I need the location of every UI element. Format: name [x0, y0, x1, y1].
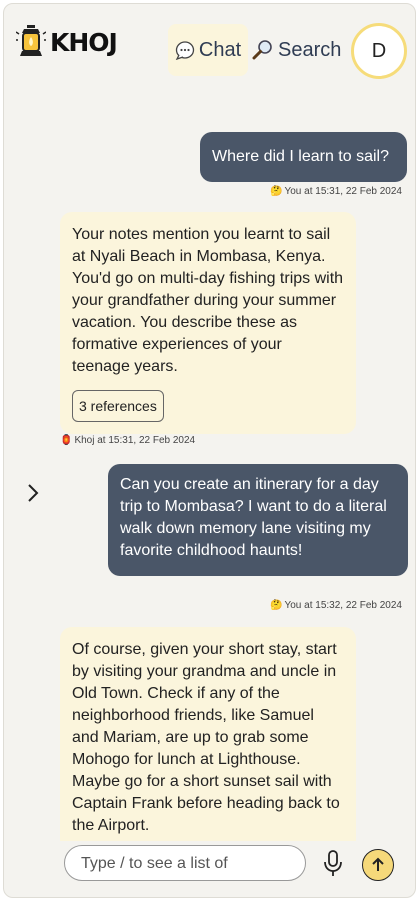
- message-meta: 🏮 Khoj at 15:31, 22 Feb 2024: [60, 435, 195, 446]
- meta-text: Khoj at 15:31, 22 Feb 2024: [74, 435, 196, 446]
- arrow-up-icon: [372, 857, 384, 871]
- chat-bubble-icon: [175, 41, 195, 60]
- message-text: Of course, given your short stay, start …: [72, 641, 340, 834]
- nav-search-label: Search: [278, 38, 342, 61]
- user-message: Where did I learn to sail?: [200, 132, 407, 182]
- message-text: Your notes mention you learnt to sail at…: [72, 226, 344, 375]
- lantern-icon: [16, 25, 46, 56]
- avatar-initial: D: [371, 39, 387, 62]
- logo-wordmark: KHOJ: [50, 27, 118, 57]
- message-text: Where did I learn to sail?: [212, 148, 389, 165]
- message-meta: 🤔 You at 15:32, 22 Feb 2024: [270, 600, 402, 611]
- thinking-face-icon: 🤔: [270, 186, 283, 197]
- khoj-message: Your notes mention you learnt to sail at…: [60, 212, 356, 434]
- chat-input-box[interactable]: [64, 845, 306, 882]
- magnifier-icon: [252, 40, 272, 60]
- user-avatar[interactable]: D: [351, 23, 407, 79]
- nav-chat-label: Chat: [198, 38, 242, 61]
- meta-text: You at 15:31, 22 Feb 2024: [284, 186, 402, 197]
- message-meta: 🤔 You at 15:31, 22 Feb 2024: [270, 186, 402, 197]
- meta-text: You at 15:32, 22 Feb 2024: [284, 600, 402, 611]
- references-button[interactable]: 3 references: [72, 390, 164, 422]
- nav-chat-tab[interactable]: Chat: [168, 24, 248, 76]
- khoj-message: Of course, given your short stay, start …: [60, 627, 356, 841]
- microphone-icon[interactable]: [322, 850, 344, 878]
- thinking-face-icon: 🤔: [270, 600, 283, 611]
- user-message: Can you create an itinerary for a day tr…: [108, 464, 408, 576]
- app-frame: KHOJ Chat Search D Where did I learn to …: [3, 3, 416, 898]
- khoj-logo[interactable]: KHOJ: [16, 24, 118, 60]
- chevron-right-icon[interactable]: [26, 482, 40, 504]
- chat-input[interactable]: [79, 846, 293, 882]
- send-button[interactable]: [362, 849, 394, 881]
- message-text: Can you create an itinerary for a day tr…: [120, 476, 387, 559]
- lantern-emoji-icon: 🏮: [60, 435, 73, 446]
- nav-search-tab[interactable]: Search: [252, 24, 341, 76]
